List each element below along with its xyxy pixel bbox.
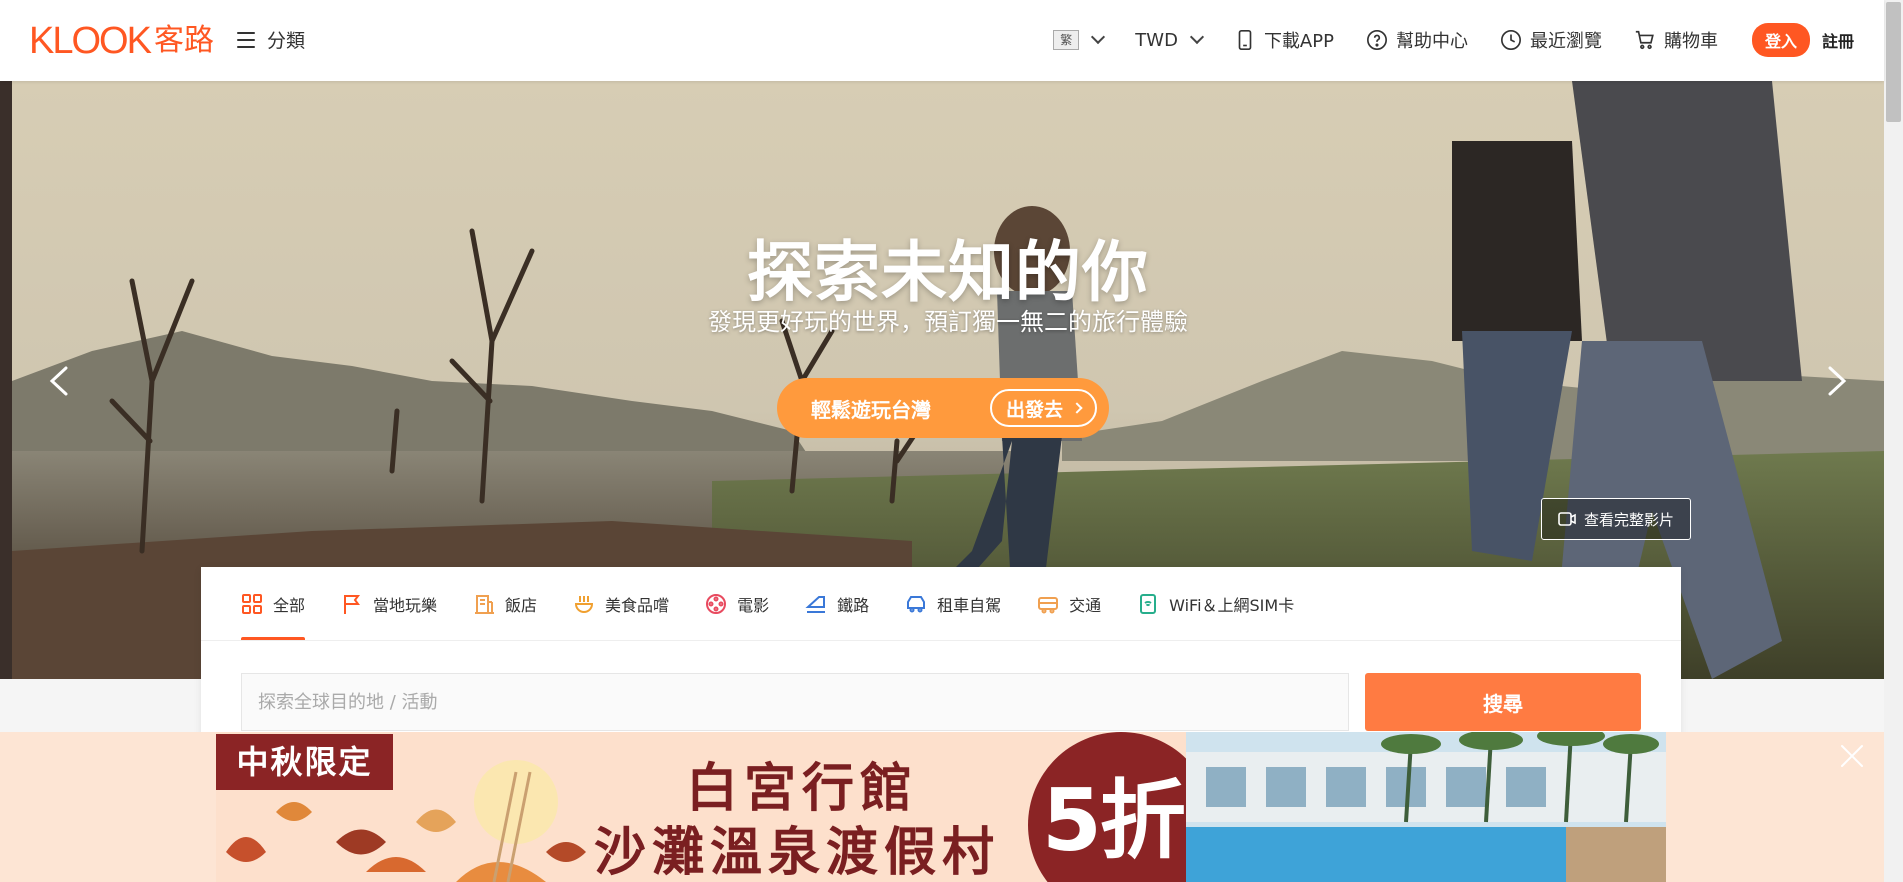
currency-selector[interactable]: TWD <box>1135 29 1205 51</box>
tab-all[interactable]: 全部 <box>241 567 306 640</box>
film-icon <box>706 593 727 614</box>
tab-label: 交通 <box>1069 595 1102 615</box>
search-panel: 全部 當地玩樂 飯店 美食品嚐 電影 鐵路 租車自駕 交通 WiFi＆上網SIM… <box>201 567 1681 737</box>
tab-label: 全部 <box>273 595 306 615</box>
hero-cta-go[interactable]: 出發去 <box>989 389 1097 427</box>
hero-subtitle: 發現更好玩的世界，預訂獨一無二的旅行體驗 <box>708 308 1188 336</box>
train-icon <box>805 595 826 613</box>
promo-discount: 5折 <box>1042 771 1186 871</box>
clock-icon <box>1500 30 1521 50</box>
login-button[interactable]: 登入 <box>1751 23 1810 57</box>
tab-local-activities[interactable]: 當地玩樂 <box>341 567 437 640</box>
download-app-label: 下載APP <box>1263 31 1334 52</box>
pool-resort-photo <box>1186 732 1666 882</box>
help-center-label: 幫助中心 <box>1395 31 1468 52</box>
page-scrollbar[interactable] <box>1884 0 1903 882</box>
language-label: 繁 <box>1053 30 1080 50</box>
tab-label: 美食品嚐 <box>605 595 670 615</box>
top-header: KLOOK 客路 分類 繁 TWD 下載APP 幫助中心 最近瀏覽 購物車 登入… <box>0 0 1884 81</box>
search-row: 搜尋 <box>241 673 1641 731</box>
video-camera-icon <box>1558 512 1576 526</box>
header-nav: 繁 TWD 下載APP 幫助中心 最近瀏覽 購物車 登入 註冊 <box>1021 22 1854 58</box>
hamburger-icon <box>237 31 255 48</box>
car-icon <box>907 595 926 612</box>
tab-rail[interactable]: 鐵路 <box>805 567 869 640</box>
logo-text-en: KLOOK <box>29 20 152 62</box>
logo-text-zh: 客路 <box>153 23 214 58</box>
carousel-next-arrow-icon[interactable] <box>1818 363 1854 399</box>
phone-icon <box>1238 30 1252 50</box>
category-menu-label: 分類 <box>267 30 306 52</box>
search-button[interactable]: 搜尋 <box>1365 673 1641 731</box>
currency-label: TWD <box>1135 29 1178 51</box>
promo-banner-image[interactable]: 中秋限定 白宮行館 沙灘溫泉渡假村 5折 起 <box>216 732 1666 882</box>
cart-icon <box>1635 30 1654 50</box>
tab-transport[interactable]: 交通 <box>1037 567 1101 640</box>
tab-label: 飯店 <box>505 595 538 615</box>
food-icon <box>575 595 594 613</box>
hero-cta-button[interactable]: 輕鬆遊玩台灣 出發去 <box>777 378 1109 438</box>
cart-link[interactable]: 購物車 <box>1634 27 1718 53</box>
chevron-down-icon <box>1189 29 1205 45</box>
tab-food[interactable]: 美食品嚐 <box>573 567 669 640</box>
cart-label: 購物車 <box>1663 31 1718 52</box>
watch-full-video-button[interactable]: 查看完整影片 <box>1541 498 1691 540</box>
language-selector[interactable]: 繁 <box>1053 29 1106 50</box>
flag-icon <box>344 594 361 614</box>
promo-banner[interactable]: 中秋限定 白宮行館 沙灘溫泉渡假村 5折 起 <box>0 732 1884 882</box>
scrollbar-thumb[interactable] <box>1886 2 1901 122</box>
help-icon <box>1366 30 1387 50</box>
search-input[interactable] <box>241 673 1349 731</box>
hero-cta-go-label: 出發去 <box>1005 398 1063 421</box>
hero-left-edge <box>0 81 12 679</box>
recently-viewed-label: 最近瀏覽 <box>1529 31 1602 52</box>
tab-label: 鐵路 <box>837 595 870 615</box>
grid-icon <box>242 593 262 614</box>
hero-title: 探索未知的你 <box>747 234 1149 311</box>
vertical-tabs: 全部 當地玩樂 飯店 美食品嚐 電影 鐵路 租車自駕 交通 WiFi＆上網SIM… <box>201 567 1681 641</box>
tab-hotels[interactable]: 飯店 <box>473 567 537 640</box>
bus-icon <box>1038 596 1059 613</box>
promo-tag: 中秋限定 <box>216 734 393 790</box>
category-menu-button[interactable]: 分類 <box>237 26 305 53</box>
klook-logo[interactable]: KLOOK 客路 <box>29 22 214 60</box>
promo-title-line2: 沙灘溫泉渡假村 <box>594 823 1001 882</box>
tab-label: 當地玩樂 <box>373 595 438 615</box>
tab-label: 租車自駕 <box>937 595 1002 615</box>
carousel-prev-arrow-icon[interactable] <box>42 363 78 399</box>
tab-label: WiFi＆上網SIM卡 <box>1169 595 1295 615</box>
tab-label: 電影 <box>737 595 770 615</box>
wifi-icon <box>1140 593 1157 614</box>
hero-cta-text: 輕鬆遊玩台灣 <box>811 397 931 422</box>
watch-full-video-label: 查看完整影片 <box>1583 510 1674 529</box>
chevron-down-icon <box>1091 29 1106 45</box>
tab-wifi-sim[interactable]: WiFi＆上網SIM卡 <box>1137 567 1294 640</box>
recently-viewed-link[interactable]: 最近瀏覽 <box>1500 27 1602 53</box>
download-app-link[interactable]: 下載APP <box>1234 27 1334 53</box>
chevron-right-icon <box>1071 402 1083 414</box>
hotel-icon <box>475 594 495 614</box>
signup-link[interactable]: 註冊 <box>1822 28 1854 52</box>
tab-movies[interactable]: 電影 <box>705 567 769 640</box>
close-icon[interactable] <box>1838 742 1866 770</box>
help-center-link[interactable]: 幫助中心 <box>1366 27 1468 53</box>
tab-car-rental[interactable]: 租車自駕 <box>905 567 1001 640</box>
